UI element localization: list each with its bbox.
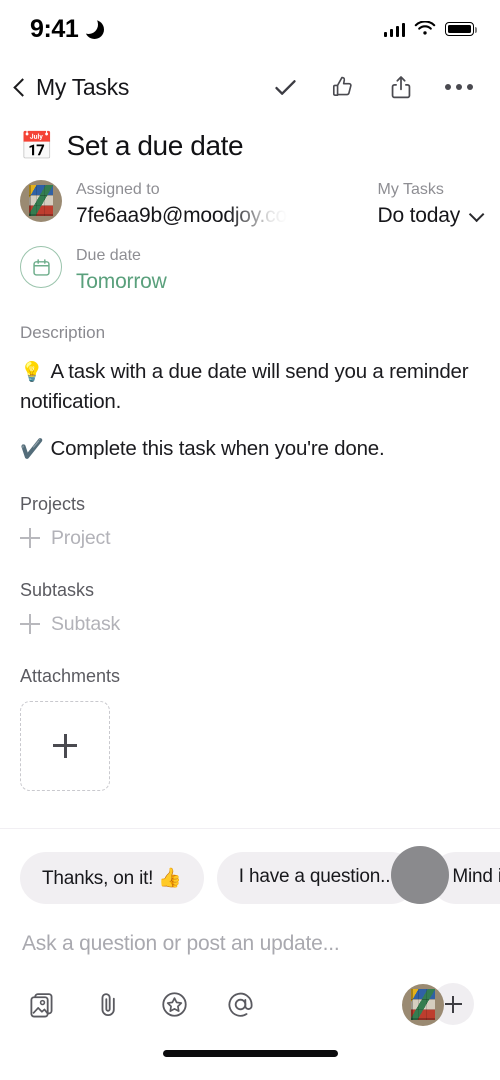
plus-icon	[444, 995, 462, 1013]
comment-input[interactable]: Ask a question or post an update...	[22, 932, 478, 956]
description-line: ✔️ Complete this task when you're done.	[20, 434, 480, 464]
plus-icon	[20, 528, 40, 549]
project-field[interactable]: My Tasks Do today	[370, 178, 485, 230]
add-attachment-button[interactable]	[20, 700, 110, 791]
add-subtask-button[interactable]: Subtask	[20, 613, 480, 636]
calendar-icon	[32, 259, 50, 276]
description-body[interactable]: 💡 A task with a due date will send you a …	[20, 357, 480, 464]
photo-library-button[interactable]	[26, 988, 58, 1020]
description-label: Description	[20, 322, 106, 342]
check-icon	[274, 79, 296, 95]
like-task-button[interactable]	[328, 72, 358, 102]
assignee-text: Assigned to 7fe6aa9b@moodjoy.co	[76, 178, 287, 230]
due-date-value: Tomorrow	[76, 270, 167, 294]
add-project-label: Project	[51, 526, 111, 549]
nav-actions	[270, 72, 478, 102]
touch-cursor-indicator	[391, 846, 449, 904]
back-button[interactable]: My Tasks	[10, 74, 129, 101]
attachments-header: Attachments	[20, 665, 121, 686]
comment-composer[interactable]: Ask a question or post an update...	[0, 904, 500, 956]
assignee-value: 7fe6aa9b@moodjoy.co	[76, 204, 287, 227]
collaborators	[402, 982, 474, 1026]
check-emoji-icon: ✔️	[20, 438, 44, 460]
plus-icon	[53, 733, 77, 758]
project-section-dropdown[interactable]: Do today	[377, 202, 485, 230]
description-line-text: A task with a due date will send you a r…	[20, 359, 469, 413]
task-title-row: 📅 Set a due date	[20, 130, 480, 162]
add-sticker-button[interactable]	[158, 988, 190, 1020]
due-date-circle-icon	[20, 246, 62, 289]
crescent-moon-icon	[79, 14, 105, 39]
composer-toolbar	[0, 956, 500, 1026]
mention-user-button[interactable]	[224, 988, 256, 1020]
description-line-text: Complete this task when you're done.	[50, 436, 385, 460]
lightbulb-emoji-icon: 💡	[20, 361, 44, 383]
collaborator-avatar[interactable]	[402, 984, 444, 1026]
status-bar-left: 9:41	[30, 14, 105, 44]
task-detail-screen: 9:41 My Tasks 📅 Set a due date Assigned …	[0, 0, 500, 1080]
due-date-label: Due date	[76, 247, 141, 265]
description-line: 💡 A task with a due date will send you a …	[20, 357, 480, 416]
calendar-emoji-icon: 📅	[20, 130, 54, 161]
page-title[interactable]: Set a due date	[67, 130, 244, 162]
project-value: Do today	[377, 204, 460, 227]
thumbs-up-icon	[332, 76, 352, 96]
plus-icon	[20, 614, 40, 635]
more-options-button[interactable]	[444, 72, 474, 102]
home-indicator-area	[0, 1026, 500, 1080]
paperclip-icon	[101, 992, 115, 1016]
assignee-field[interactable]: Assigned to 7fe6aa9b@moodjoy.co	[20, 178, 320, 230]
quick-reply-chip[interactable]: Thanks, on it! 👍	[20, 852, 204, 904]
status-time: 9:41	[30, 14, 79, 43]
quick-reply-chip[interactable]: I have a question...	[216, 852, 418, 904]
due-date-field[interactable]: Due date Tomorrow	[20, 244, 480, 296]
status-bar-right	[383, 21, 478, 37]
ellipsis-icon	[445, 84, 473, 90]
project-label: My Tasks	[377, 181, 444, 198]
home-indicator[interactable]	[162, 1049, 338, 1057]
task-meta-row: Assigned to 7fe6aa9b@moodjoy.co My Tasks…	[20, 178, 485, 230]
due-date-text: Due date Tomorrow	[76, 244, 167, 296]
star-circle-icon	[161, 991, 187, 1017]
chevron-left-icon	[13, 77, 32, 97]
complete-task-button[interactable]	[270, 72, 300, 102]
image-stack-icon	[29, 992, 52, 1017]
back-label: My Tasks	[36, 73, 130, 100]
subtasks-header: Subtasks	[20, 579, 95, 600]
attach-file-button[interactable]	[92, 988, 124, 1020]
at-sign-icon	[227, 992, 253, 1017]
navigation-bar: My Tasks	[0, 58, 500, 116]
add-project-button[interactable]: Project	[20, 527, 480, 550]
task-content: 📅 Set a due date Assigned to 7fe6aa9b@mo…	[0, 116, 500, 828]
chevron-down-icon	[468, 206, 485, 222]
share-icon	[391, 76, 411, 99]
battery-icon	[445, 22, 478, 36]
projects-header: Projects	[20, 493, 86, 514]
status-bar: 9:41	[0, 0, 500, 58]
cellular-bars-icon	[383, 22, 405, 37]
assignee-avatar[interactable]	[20, 180, 62, 222]
add-subtask-label: Subtask	[51, 612, 121, 635]
wifi-icon	[414, 21, 436, 35]
share-task-button[interactable]	[386, 72, 416, 102]
assignee-label: Assigned to	[76, 181, 160, 198]
